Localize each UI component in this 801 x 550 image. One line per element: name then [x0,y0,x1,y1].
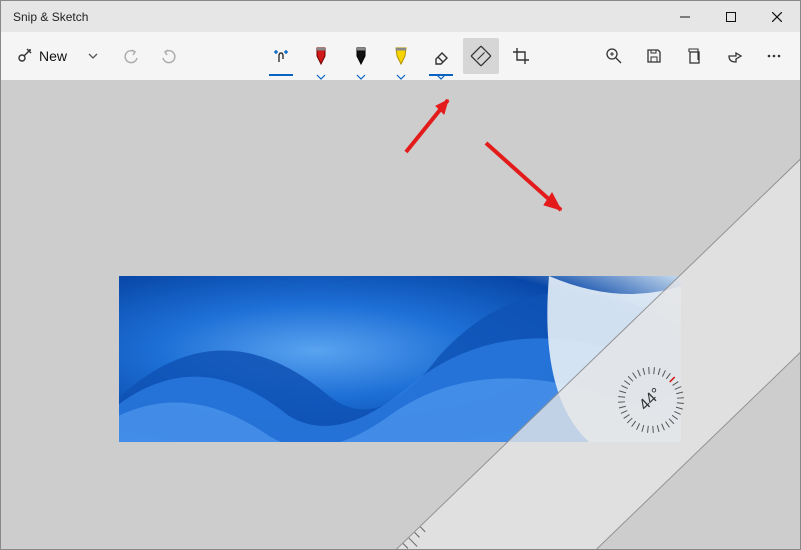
copy-button[interactable] [676,38,712,74]
highlighter-button[interactable] [383,38,419,74]
redo-button[interactable] [151,38,187,74]
minimize-button[interactable] [662,1,708,32]
toolbar-right-group [596,38,792,74]
canvas-area[interactable]: 44° [1,80,800,549]
maximize-button[interactable] [708,1,754,32]
close-icon [772,12,782,22]
toolbar: New [1,32,800,80]
redo-icon [161,48,177,64]
eraser-icon [432,47,450,65]
ruler-ticks-top [207,524,437,549]
more-icon [766,48,782,64]
new-snip-button[interactable]: New [9,43,73,69]
annotation-arrow-2 [476,135,576,225]
titlebar: Snip & Sketch [1,1,800,32]
save-button[interactable] [636,38,672,74]
window-controls [662,1,800,32]
toolbar-left-group: New [9,38,187,74]
minimize-icon [680,12,690,22]
share-icon [726,48,742,64]
pencil-button[interactable] [343,38,379,74]
more-button[interactable] [756,38,792,74]
touch-writing-button[interactable] [263,38,299,74]
ruler-button[interactable] [463,38,499,74]
highlighter-icon [393,46,409,66]
toolbar-tools-group [263,38,539,74]
undo-icon [123,48,139,64]
crop-icon [512,47,530,65]
zoom-icon [606,48,622,64]
crop-button[interactable] [503,38,539,74]
close-button[interactable] [754,1,800,32]
new-snip-label: New [39,48,67,64]
touch-writing-icon [272,47,290,65]
pencil-icon [353,46,369,66]
share-button[interactable] [716,38,752,74]
annotation-arrow-1 [396,92,466,162]
copy-icon [686,48,702,64]
zoom-button[interactable] [596,38,632,74]
save-icon [646,48,662,64]
ruler-icon [472,47,490,65]
new-snip-dropdown[interactable] [75,38,111,74]
undo-button[interactable] [113,38,149,74]
ballpoint-pen-icon [313,46,329,66]
maximize-icon [726,12,736,22]
ballpoint-pen-button[interactable] [303,38,339,74]
eraser-button[interactable] [423,38,459,74]
new-snip-icon [15,47,33,65]
app-title: Snip & Sketch [13,10,88,24]
chevron-down-icon [88,51,98,61]
